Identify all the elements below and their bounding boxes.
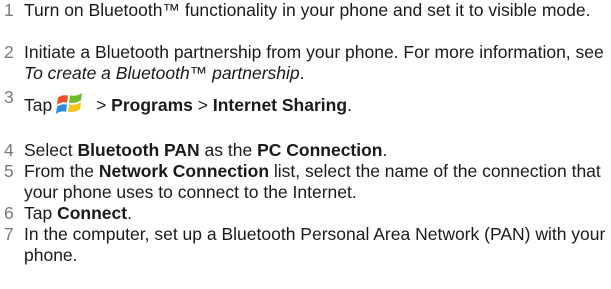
step-number: 7 (4, 224, 14, 244)
step-text: Tap Connect. (24, 203, 609, 224)
step-text-part: Tap (24, 203, 58, 223)
ui-term-bluetooth-pan: Bluetooth PAN (77, 140, 200, 160)
ui-term-pc-connection: PC Connection (257, 140, 383, 160)
step-text-part: > (91, 95, 112, 115)
step-text-part: From the (24, 161, 99, 181)
step-number: 6 (4, 203, 14, 223)
step-text-part: Initiate a Bluetooth partnership from yo… (24, 42, 604, 62)
step-text-part: Select (24, 140, 78, 160)
step-text-part: . (127, 203, 132, 223)
menu-path-programs: Programs (111, 95, 193, 115)
step-text-part: > (192, 95, 213, 115)
step-text: Turn on Bluetooth™ functionality in your… (24, 0, 591, 20)
step-text: Tap > Programs > Internet Sharing. (24, 92, 609, 118)
step-text: In the computer, set up a Bluetooth Pers… (24, 224, 606, 265)
step-number: 5 (4, 161, 14, 181)
step-text: From the Network Connection list, select… (24, 161, 609, 203)
ui-term-connect: Connect (57, 203, 128, 223)
menu-path-internet-sharing: Internet Sharing (212, 95, 348, 115)
step-number: 1 (4, 0, 14, 20)
ui-term-network-connection: Network Connection (98, 161, 270, 181)
step-text-part: . (299, 63, 305, 83)
step-number: 2 (4, 42, 14, 62)
step-number: 3 (4, 87, 14, 107)
step-text: Initiate a Bluetooth partnership from yo… (24, 42, 609, 84)
step-text-part: as the (199, 140, 258, 160)
step-text-part: . (382, 140, 388, 160)
step-text-part: Tap (24, 95, 53, 115)
cross-reference-link[interactable]: To create a Bluetooth™ partnership (24, 63, 300, 83)
step-number: 4 (4, 140, 14, 160)
step-text: Select Bluetooth PAN as the PC Connectio… (24, 140, 609, 161)
step-text-part: . (347, 95, 352, 115)
windows-start-icon (56, 93, 83, 114)
